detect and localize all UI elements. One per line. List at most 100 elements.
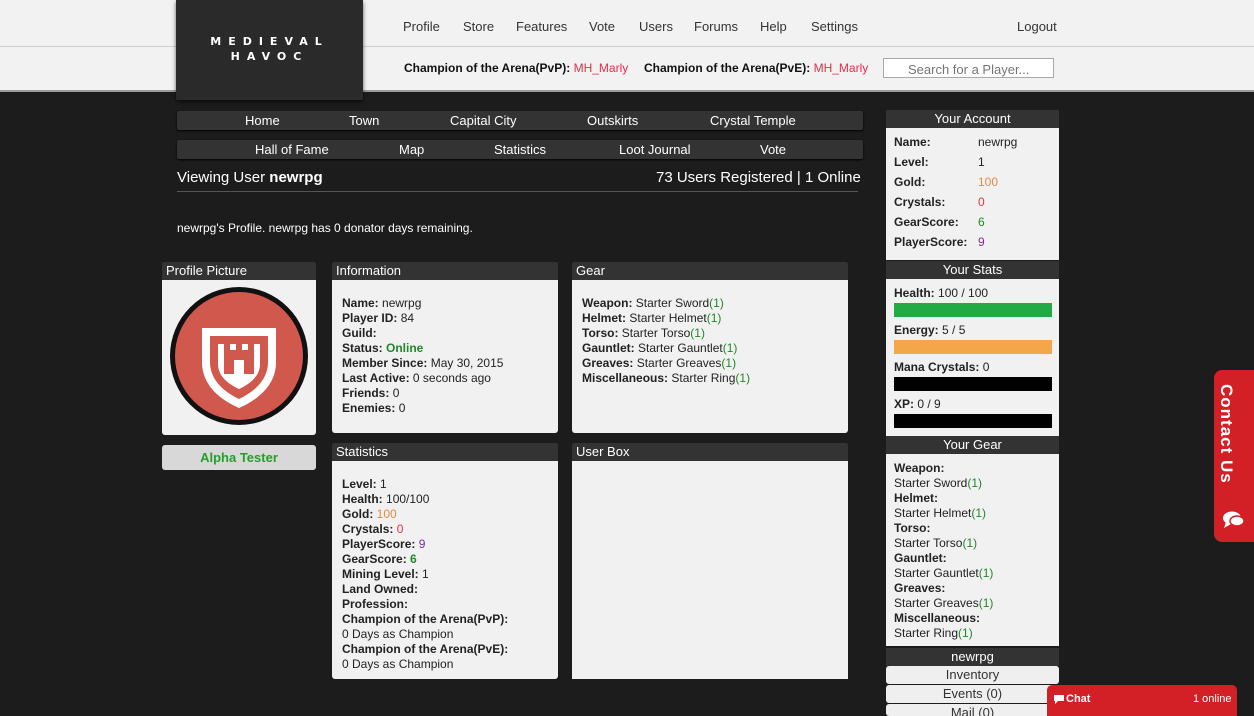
gear-level: (1) — [709, 296, 724, 310]
mail-link[interactable]: Mail (0) — [886, 704, 1059, 716]
stat-gearscore-row: GearScore: 6 — [342, 552, 548, 567]
user-box-textarea[interactable] — [572, 461, 848, 679]
statistics-box: Level: 1 Health: 100/100 Gold: 100 Cryst… — [332, 461, 558, 679]
stat-playerscore-label: PlayerScore: — [342, 537, 416, 551]
statistics-header: Statistics — [332, 443, 558, 461]
top-nav-features[interactable]: Features — [516, 19, 567, 34]
info-enemies-label: Enemies: — [342, 401, 396, 415]
stat-gold-label: Gold: — [342, 507, 374, 521]
stats-mana-row: Mana Crystals: 0 — [894, 360, 1051, 374]
stats-xp-label: XP: — [894, 397, 915, 411]
your-gear-level: (1) — [958, 626, 973, 640]
your-gear-item[interactable]: Starter Ring — [894, 626, 958, 640]
logout-link[interactable]: Logout — [1017, 19, 1057, 34]
your-gear-slot: Miscellaneous: — [894, 611, 981, 625]
nav-vote[interactable]: Vote — [760, 142, 786, 157]
your-gear-slot: Greaves: — [894, 581, 946, 595]
nav-hall-of-fame[interactable]: Hall of Fame — [255, 142, 329, 157]
account-level: 1 — [978, 155, 985, 169]
your-gear-item[interactable]: Starter Helmet — [894, 506, 971, 520]
stat-mining-label: Mining Level: — [342, 567, 419, 581]
account-crystals-row: Crystals: 0 — [894, 195, 1051, 215]
info-active-row: Last Active: 0 seconds ago — [342, 371, 548, 386]
your-gear-level: (1) — [978, 566, 994, 580]
events-link[interactable]: Events (0) — [886, 685, 1059, 703]
stat-health-label: Health: — [342, 492, 383, 506]
account-gearscore-row: GearScore: 6 — [894, 215, 1051, 235]
your-gear-row: Starter Ring(1) — [894, 626, 1051, 641]
stat-mining: 1 — [422, 567, 429, 581]
info-friends-row: Friends: 0 — [342, 386, 548, 401]
your-account-box: Name: newrpg Level: 1 Gold: 100 Crystals: 0 … — [886, 128, 1059, 260]
profile-summary: newrpg's Profile. newrpg has 0 donator d… — [177, 221, 473, 235]
gear-item[interactable]: Starter Gauntlet — [638, 341, 723, 355]
inventory-link[interactable]: Inventory — [886, 666, 1059, 684]
gear-slot-label: Greaves: — [582, 356, 634, 370]
health-bar — [894, 303, 1052, 317]
top-nav-settings[interactable]: Settings — [811, 19, 858, 34]
nav-loot-journal[interactable]: Loot Journal — [619, 142, 691, 157]
champion-pve-name[interactable]: MH_Marly — [814, 61, 869, 75]
nav-home[interactable]: Home — [245, 113, 280, 128]
gear-item[interactable]: Starter Greaves — [637, 356, 722, 370]
your-gear-level: (1) — [971, 506, 987, 520]
nav-town[interactable]: Town — [349, 113, 379, 128]
champion-pve-label: Champion of the Arena(PvE): — [644, 61, 811, 75]
contact-us-tab[interactable]: Contact Us — [1214, 370, 1254, 542]
champion-pvp-name[interactable]: MH_Marly — [574, 61, 629, 75]
viewing-user: newrpg — [269, 169, 323, 186]
gear-item[interactable]: Starter Helmet — [629, 311, 706, 325]
stat-pve-label: Champion of the Arena(PvE): — [342, 642, 509, 656]
stat-mining-row: Mining Level: 1 — [342, 567, 548, 582]
account-gold-row: Gold: 100 — [894, 175, 1051, 195]
registered-count: 73 Users Registered | 1 Online — [656, 169, 861, 186]
account-playerscore: 9 — [978, 235, 985, 249]
user-box — [572, 461, 848, 679]
account-crystals-label: Crystals: — [894, 195, 946, 209]
your-gear-row: Starter Helmet(1) — [894, 506, 1051, 521]
stats-mana-label: Mana Crystals: — [894, 360, 980, 374]
gear-item[interactable]: Starter Torso — [622, 326, 690, 340]
stat-playerscore-row: PlayerScore: 9 — [342, 537, 548, 552]
info-friends: 0 — [392, 386, 400, 400]
gear-row: Gauntlet: Starter Gauntlet(1) — [582, 341, 838, 356]
info-friends-label: Friends: — [342, 386, 390, 400]
logo-line1: MEDIEVAL — [210, 35, 329, 48]
your-gear-item[interactable]: Starter Torso — [894, 536, 962, 550]
information-header: Information — [332, 262, 558, 280]
nav-outskirts[interactable]: Outskirts — [587, 113, 638, 128]
chat-label: Chat — [1066, 693, 1091, 705]
info-enemies-row: Enemies: 0 — [342, 401, 548, 416]
top-nav-users[interactable]: Users — [639, 19, 673, 34]
viewing-prefix: Viewing User — [177, 169, 266, 186]
player-search-input[interactable] — [883, 58, 1054, 78]
chat-widget[interactable]: Chat 1 online — [1047, 685, 1237, 716]
gear-slot-label: Weapon: — [582, 296, 633, 310]
info-status-row: Status: Online — [342, 341, 548, 356]
chat-online-count: 1 online — [1193, 693, 1232, 705]
top-nav-store[interactable]: Store — [463, 19, 494, 34]
info-active: 0 seconds ago — [412, 371, 491, 385]
stat-gearscore: 6 — [410, 552, 417, 566]
gear-item[interactable]: Starter Sword — [636, 296, 709, 310]
stat-health: 100/100 — [386, 492, 430, 506]
gear-item[interactable]: Starter Ring — [671, 371, 735, 385]
gear-slot-label: Gauntlet: — [582, 341, 635, 355]
xp-bar — [894, 414, 1052, 428]
your-gear-item[interactable]: Starter Greaves — [894, 596, 979, 610]
gear-row: Torso: Starter Torso(1) — [582, 326, 838, 341]
top-nav-vote[interactable]: Vote — [589, 19, 615, 34]
nav-map[interactable]: Map — [399, 142, 424, 157]
nav-capital-city[interactable]: Capital City — [450, 113, 516, 128]
nav-crystal-temple[interactable]: Crystal Temple — [710, 113, 796, 128]
top-nav-forums[interactable]: Forums — [694, 19, 738, 34]
site-logo[interactable]: MEDIEVAL HAVOC — [176, 0, 363, 100]
gear-slot-label: Torso: — [582, 326, 619, 340]
info-enemies: 0 — [398, 401, 406, 415]
nav-statistics[interactable]: Statistics — [494, 142, 546, 157]
stat-gold: 100 — [376, 507, 397, 521]
top-nav-profile[interactable]: Profile — [403, 19, 440, 34]
your-gear-item[interactable]: Starter Sword — [894, 476, 967, 490]
top-nav-help[interactable]: Help — [760, 19, 787, 34]
your-gear-item[interactable]: Starter Gauntlet — [894, 566, 979, 580]
